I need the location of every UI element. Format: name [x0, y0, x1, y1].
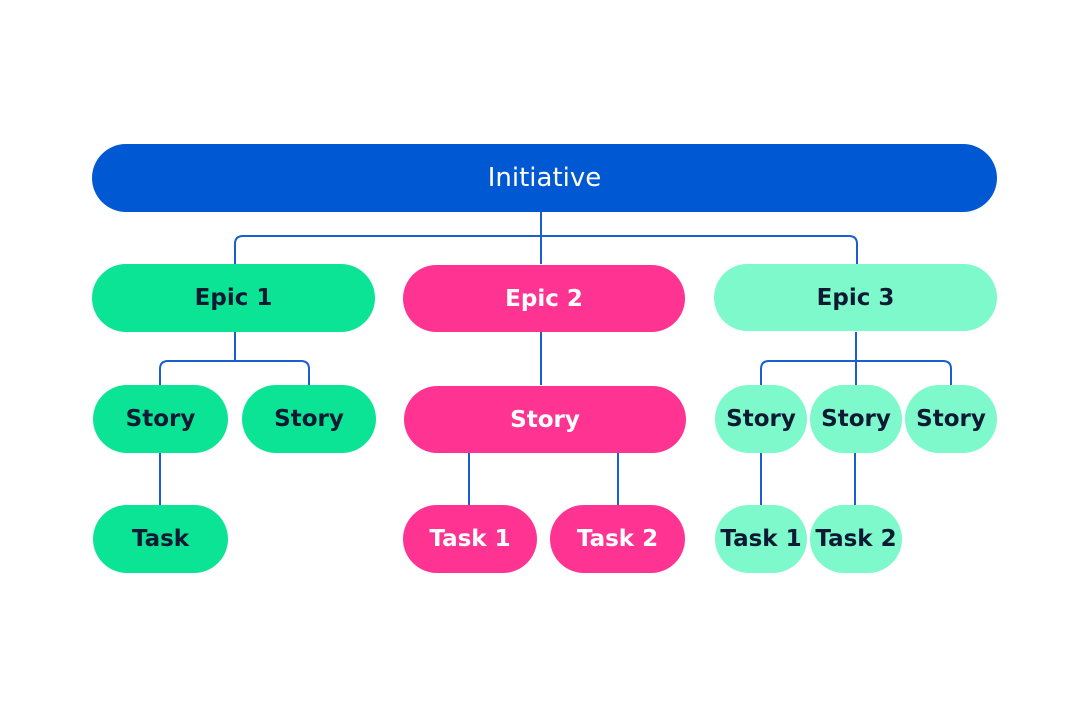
story-label: Story: [821, 406, 891, 432]
story-label: Story: [916, 406, 986, 432]
task-label: Task 2: [815, 526, 897, 552]
connector-epic1-branch: [159, 360, 310, 385]
epic-3-task-1-node[interactable]: Task 1: [715, 505, 807, 573]
initiative-node[interactable]: Initiative: [92, 144, 997, 212]
epic-3-label: Epic 3: [816, 284, 895, 311]
task-label: Task: [131, 526, 190, 552]
story-label: Story: [125, 406, 196, 432]
epic-2-task-2-node[interactable]: Task 2: [550, 505, 685, 573]
initiative-label: Initiative: [487, 163, 602, 193]
epic-3-node[interactable]: Epic 3: [714, 264, 997, 331]
task-label: Task 1: [720, 526, 802, 552]
epic-3-story-2-node[interactable]: Story: [810, 385, 902, 453]
epic-2-story-node[interactable]: Story: [404, 386, 686, 453]
epic-3-story-3-node[interactable]: Story: [905, 385, 997, 453]
story-label: Story: [274, 406, 344, 432]
epic-2-label: Epic 2: [505, 285, 583, 312]
epic-3-task-2-node[interactable]: Task 2: [810, 505, 902, 573]
task-label: Task 2: [576, 526, 659, 552]
epic-1-story-2-node[interactable]: Story: [242, 385, 376, 453]
epic-2-task-1-node[interactable]: Task 1: [403, 505, 537, 573]
epic-1-node[interactable]: Epic 1: [92, 264, 375, 332]
epic-1-label: Epic 1: [194, 285, 273, 311]
epic-1-task-node[interactable]: Task: [93, 505, 228, 573]
epic-1-story-1-node[interactable]: Story: [93, 385, 228, 453]
connector-initiative-branch: [234, 235, 858, 264]
epic-2-node[interactable]: Epic 2: [403, 265, 685, 332]
story-label: Story: [510, 406, 580, 433]
connector-lines: [159, 212, 952, 505]
story-label: Story: [726, 406, 796, 432]
epic-3-story-1-node[interactable]: Story: [715, 385, 807, 453]
task-label: Task 1: [429, 526, 511, 552]
